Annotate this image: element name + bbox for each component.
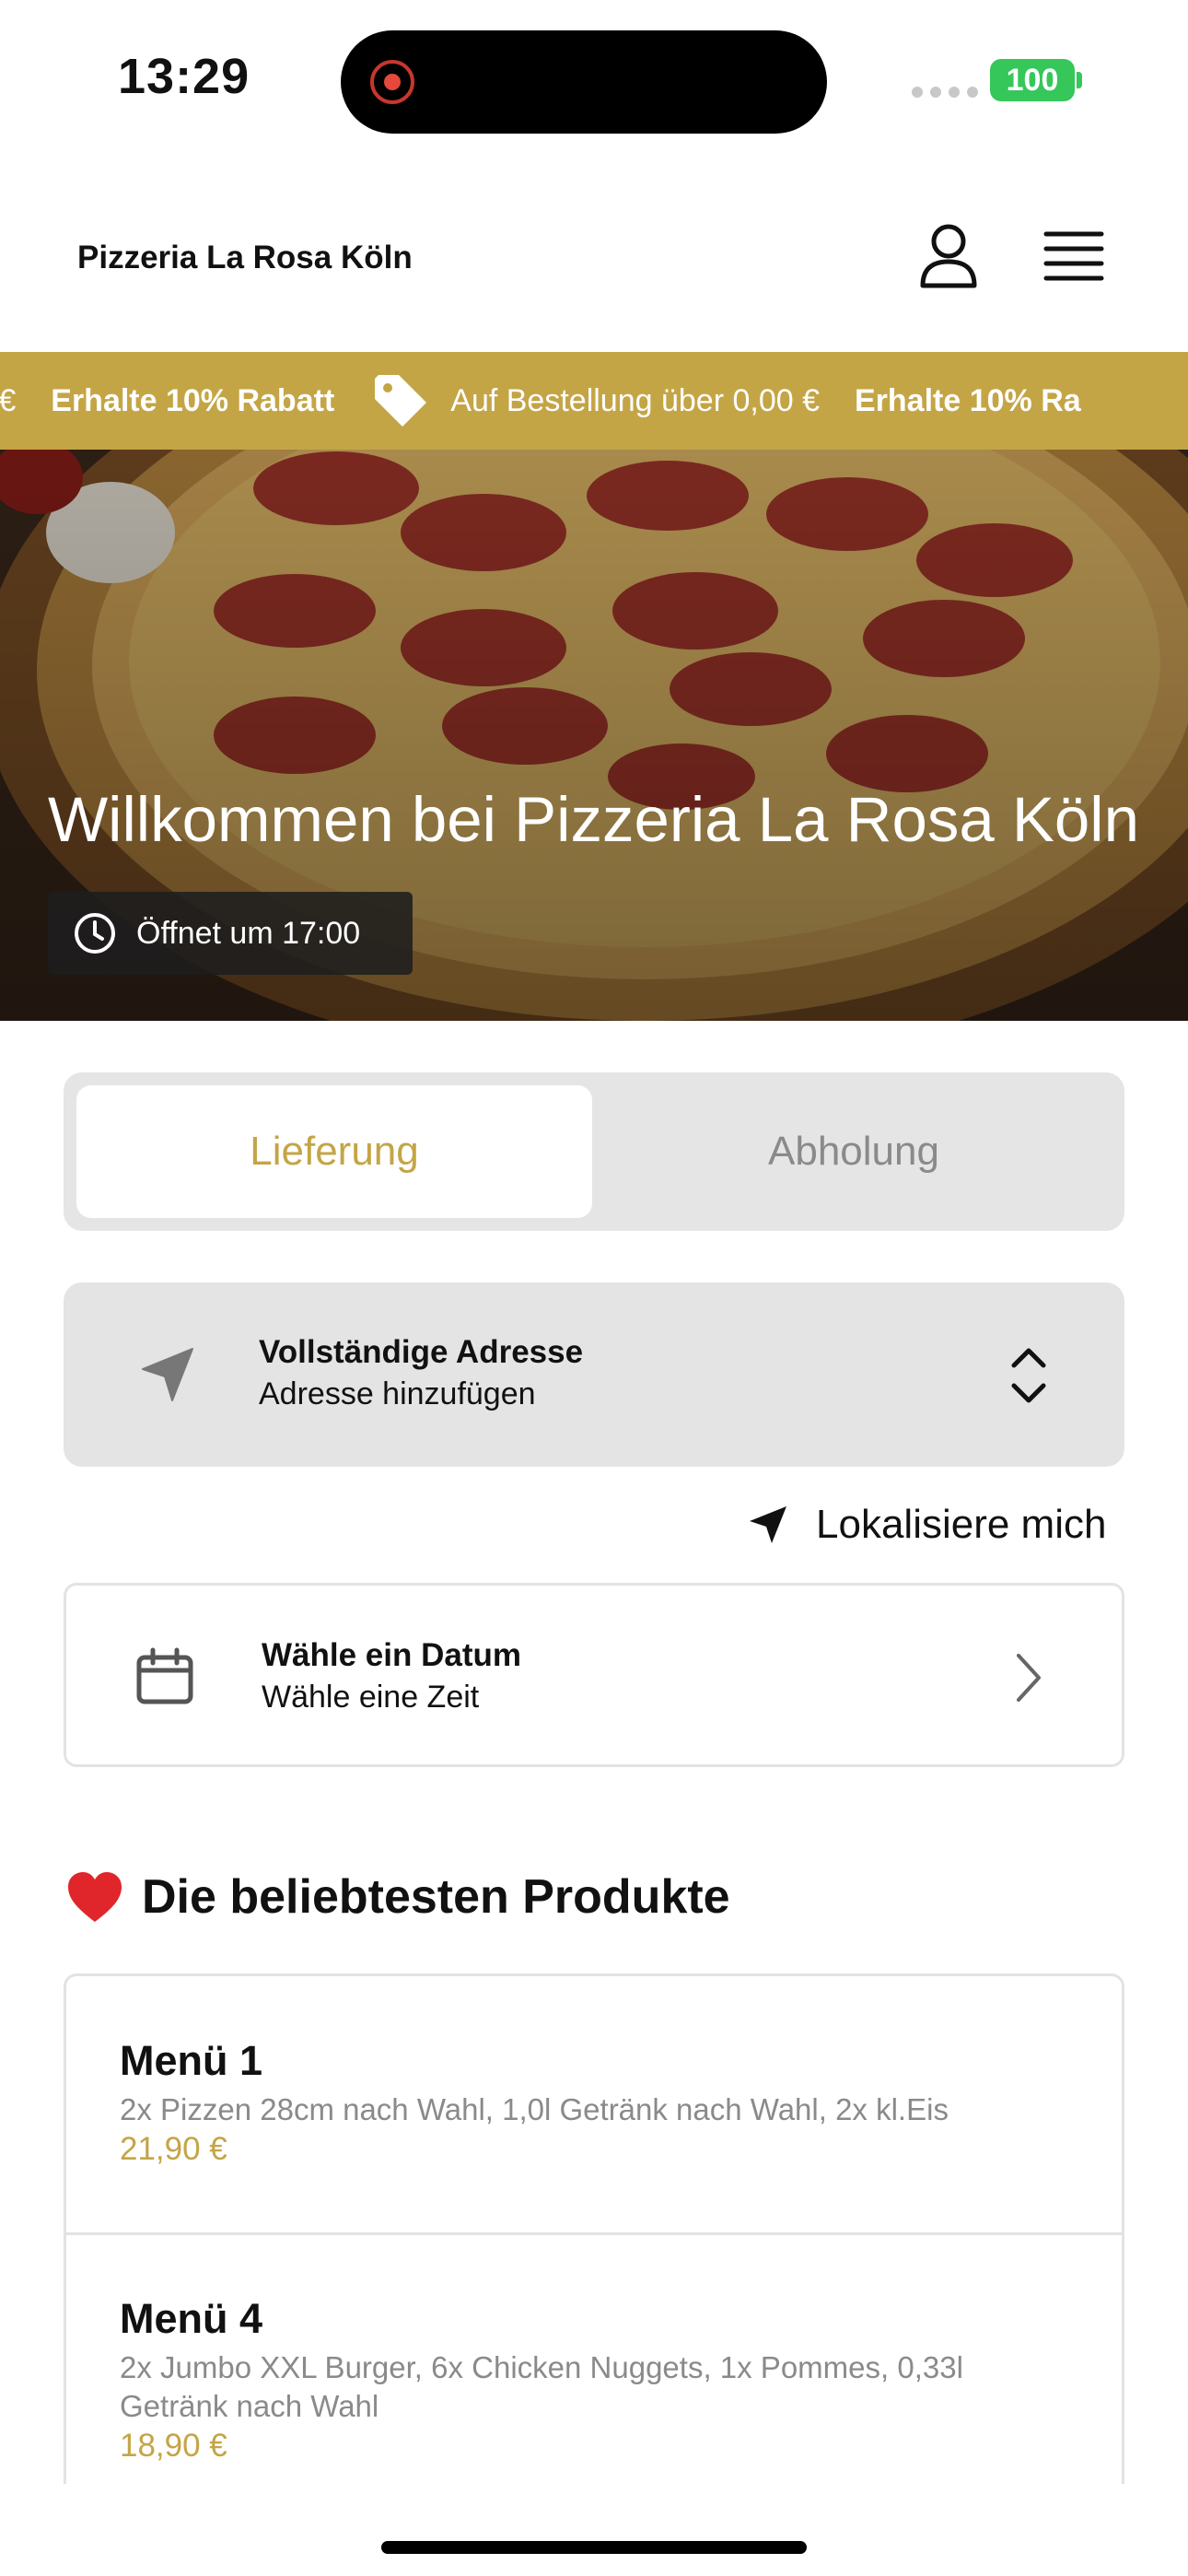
price-tag-icon xyxy=(375,375,427,427)
promo-text: Auf Bestellung über 0,00 € xyxy=(450,382,820,418)
hero-title: Willkommen bei Pizzeria La Rosa Köln xyxy=(48,784,1139,855)
locate-me-label: Lokalisiere mich xyxy=(816,1502,1107,1547)
tab-delivery[interactable]: Lieferung xyxy=(76,1085,592,1218)
divider xyxy=(66,2232,1122,2235)
heart-icon xyxy=(68,1872,122,1922)
promo-text: Erhalte 10% Rabatt xyxy=(51,382,335,418)
user-account-button[interactable] xyxy=(912,219,985,293)
promo-text: 0 € xyxy=(0,382,17,418)
status-bar: 13:29 100 xyxy=(0,0,1188,157)
chevron-right-icon xyxy=(1017,1654,1041,1702)
calendar-icon xyxy=(136,1647,193,1704)
product-list: Menü 1 2x Pizzen 28cm nach Wahl, 1,0l Ge… xyxy=(64,1973,1124,2484)
recording-indicator-icon xyxy=(370,60,414,104)
user-icon xyxy=(920,224,977,288)
clock-icon xyxy=(75,913,115,954)
address-title: Vollständige Adresse xyxy=(259,1334,584,1370)
battery-cap xyxy=(1077,72,1082,88)
product-price: 18,90 € xyxy=(120,2428,227,2464)
address-selector[interactable]: Vollständige Adresse Adresse hinzufügen xyxy=(64,1282,1124,1467)
home-indicator[interactable] xyxy=(381,2541,807,2554)
product-name: Menü 1 xyxy=(120,2037,263,2084)
expand-chevrons-icon xyxy=(1011,1348,1046,1403)
opening-hours-text: Öffnet um 17:00 xyxy=(136,915,361,951)
promo-ticker: 0 € Erhalte 10% Rabatt Auf Bestellung üb… xyxy=(0,352,1188,450)
hamburger-menu-button[interactable] xyxy=(1037,228,1111,286)
product-description: 2x Jumbo XXL Burger, 6x Chicken Nuggets,… xyxy=(120,2350,963,2423)
hero-banner: Willkommen bei Pizzeria La Rosa Köln Öff… xyxy=(0,450,1188,1021)
product-description: 2x Pizzen 28cm nach Wahl, 1,0l Getränk n… xyxy=(120,2092,949,2126)
status-time: 13:29 xyxy=(118,49,250,104)
app-header: Pizzeria La Rosa Köln xyxy=(0,157,1188,352)
delivery-mode-toggle: Lieferung Abholung xyxy=(64,1072,1124,1231)
dynamic-island xyxy=(341,30,827,134)
opening-hours-badge: Öffnet um 17:00 xyxy=(48,892,413,975)
tab-pickup[interactable]: Abholung xyxy=(596,1085,1112,1218)
time-subtitle: Wähle eine Zeit xyxy=(262,1680,480,1715)
location-arrow-icon xyxy=(142,1348,193,1401)
promo-text: Erhalte 10% Ra xyxy=(855,382,1081,418)
cellular-signal-icon xyxy=(912,87,978,98)
product-item[interactable]: Menü 4 2x Jumbo XXL Burger, 6x Chicken N… xyxy=(66,2295,1122,2465)
product-name: Menü 4 xyxy=(120,2295,263,2342)
product-price: 21,90 € xyxy=(120,2131,227,2167)
popular-products-heading: Die beliebtesten Produkte xyxy=(66,1865,730,1929)
battery-icon: 100 xyxy=(990,59,1075,101)
date-time-selector[interactable]: Wähle ein Datum Wähle eine Zeit xyxy=(64,1583,1124,1767)
restaurant-name[interactable]: Pizzeria La Rosa Köln xyxy=(77,240,413,276)
address-subtitle: Adresse hinzufügen xyxy=(259,1376,536,1411)
locate-me-button[interactable]: Lokalisiere mich xyxy=(748,1497,1106,1552)
navigation-arrow-icon xyxy=(750,1506,786,1543)
product-item[interactable]: Menü 1 2x Pizzen 28cm nach Wahl, 1,0l Ge… xyxy=(66,2037,1122,2168)
hamburger-menu-icon xyxy=(1043,231,1104,281)
popular-products-title: Die beliebtesten Produkte xyxy=(142,1870,730,1924)
date-title: Wähle ein Datum xyxy=(262,1637,521,1673)
